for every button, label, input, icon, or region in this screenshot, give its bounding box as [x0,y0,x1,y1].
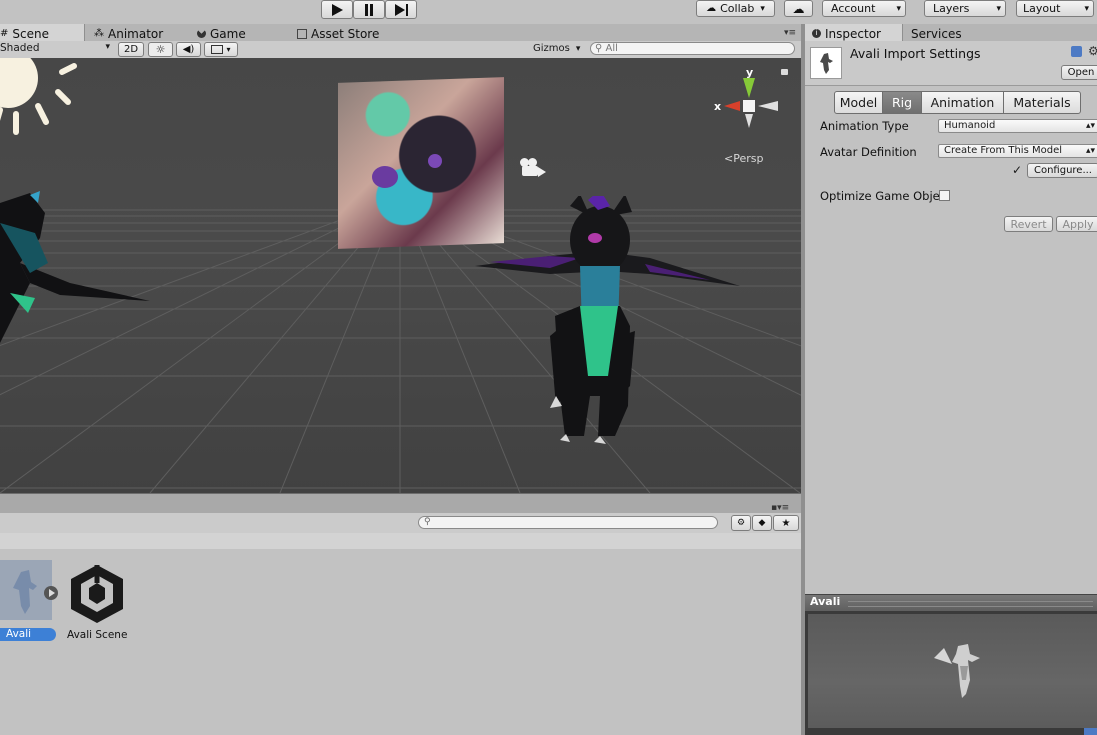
info-icon: i [812,29,821,38]
avali-thumbnail [13,570,37,614]
collab-button[interactable]: ☁ Collab [696,0,775,17]
filter-type-button[interactable]: ⚙ [731,515,751,531]
hash-icon: # [0,28,9,39]
camera-gizmo-icon[interactable] [520,158,546,177]
tab-inspector-label: i Inspector [812,26,881,41]
favorite-button[interactable]: ★ [773,515,799,531]
search-icon: ⚲ [595,43,603,54]
side-model[interactable] [0,183,160,353]
step-icon [394,3,408,16]
apply-button[interactable]: Apply [1056,216,1097,232]
filter-icon: ⚙ [736,518,746,528]
account-dropdown[interactable]: Account [822,0,906,17]
pause-button[interactable] [353,0,385,19]
preview-title: Avali [810,595,841,608]
project-scroll-strip [0,533,801,549]
collab-label: Collab [720,2,755,15]
sun-icon: ☼ [155,43,166,56]
play-icon [331,3,343,16]
lock-icon[interactable] [781,69,788,75]
purple-eye [372,166,398,188]
open-button[interactable]: Open [1061,65,1097,80]
mode-2d-button[interactable]: 2D [118,42,144,57]
account-label: Account [831,2,876,15]
layers-dropdown[interactable]: Layers [924,0,1006,17]
tab-model[interactable]: Model [834,91,883,114]
scene-orientation-gizmo[interactable]: y x [712,66,792,146]
y-axis-cone [743,78,755,98]
persp-arrow-icon: < [724,152,734,165]
pause-icon [365,3,368,16]
z-axis-cone [758,101,778,111]
play-button[interactable] [321,0,353,19]
audio-toggle[interactable]: ◀) [176,42,201,57]
image-icon [211,45,224,54]
asset-label[interactable]: Avali [0,628,56,641]
avatar-definition-label: Avatar Definition [820,145,917,159]
effects-dropdown[interactable]: ▾ [204,42,238,57]
project-search-input[interactable]: ⚲ [418,516,718,529]
pacman-icon [197,29,206,38]
x-axis-cone [724,101,740,111]
asset-label[interactable]: Avali Scene [67,629,127,641]
revert-button[interactable]: Revert [1004,216,1053,232]
tab-menu-icon[interactable]: ▾≡ [784,28,796,38]
tab-scene-label: # Scene [0,26,49,41]
chevron-down-icon: ▴▾ [1085,146,1095,156]
filter-label-button[interactable]: ◆ [752,515,772,531]
cloud-button[interactable]: ☁ [784,0,813,17]
scene-viewport[interactable]: y x <Persp [0,58,801,493]
configure-button[interactable]: Configure... [1027,163,1097,178]
tab-animation[interactable]: Animation [921,91,1004,114]
animation-type-dropdown[interactable]: Humanoid ▴▾ [938,119,1097,133]
avatar-model[interactable] [470,196,770,456]
animator-icon: ⁂ [94,28,104,39]
preview-grip [848,601,1093,607]
layout-label: Layout [1023,2,1061,15]
lighting-toggle[interactable]: ☼ [148,42,173,57]
optimize-game-objects-label: Optimize Game Obje [820,189,940,203]
help-icon[interactable] [1071,46,1082,57]
tab-rig[interactable]: Rig [882,91,922,114]
step-button[interactable] [385,0,417,19]
cloud-icon: ☁ [792,1,805,16]
layout-dropdown[interactable]: Layout [1016,0,1094,17]
neg-y-cone [745,114,753,128]
layers-label: Layers [933,2,970,15]
configure-check-icon: ✓ [1012,163,1023,177]
inspector-title: Avali Import Settings [850,46,981,61]
purple-eye [428,154,442,168]
preview-model[interactable] [930,636,990,706]
chevron-down-icon: ▴▾ [1085,121,1095,131]
unity-scene-icon[interactable] [67,563,127,625]
star-icon: ★ [781,517,791,529]
tab-asset-store[interactable]: Asset Store [297,26,379,41]
axis-x-label: x [714,100,722,113]
cloud-check-icon: ☁ [706,3,717,14]
search-icon: ⚲ [424,517,431,527]
scene-search-input[interactable]: ⚲ All [590,42,795,55]
avatar-definition-dropdown[interactable]: Create From This Model ▴▾ [938,144,1097,158]
gizmos-dropdown[interactable]: Gizmos [533,43,580,54]
tab-game[interactable]: Game [197,26,246,41]
gear-icon[interactable]: ⚙ [1088,44,1097,58]
preview-corner-icon[interactable] [1084,728,1097,735]
expand-arrow-icon [49,589,55,597]
projection-label[interactable]: <Persp [724,152,763,165]
speaker-icon: ◀) [182,44,195,55]
sun-rays [0,63,77,135]
animation-type-label: Animation Type [820,119,909,133]
tab-materials[interactable]: Materials [1003,91,1081,114]
panel-splitter[interactable] [0,493,801,514]
model-thumbnail-icon [820,53,833,74]
optimize-game-objects-checkbox[interactable] [939,190,950,201]
tab-services[interactable]: Services [911,26,962,41]
tag-icon: ◆ [758,518,766,528]
draw-mode-dropdown[interactable]: Shaded [0,42,112,56]
store-icon [297,28,307,39]
gizmo-center-cube[interactable] [743,100,755,112]
tab-animator[interactable]: ⁂ Animator [94,26,163,41]
project-lock-icon[interactable]: ▪▾≡ [771,503,789,513]
